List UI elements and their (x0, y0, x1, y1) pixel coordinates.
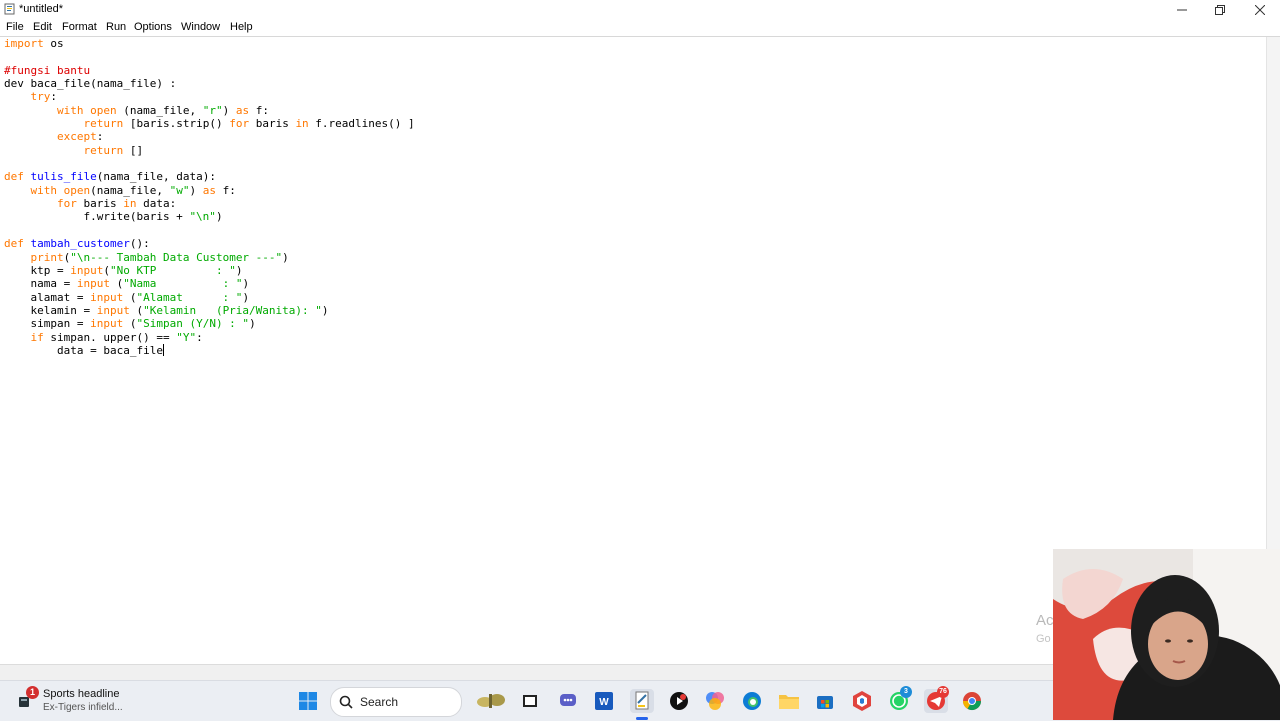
word-icon: W (595, 692, 613, 710)
menu-options[interactable]: Options (134, 21, 172, 33)
edge-icon (743, 692, 761, 710)
office-icon (853, 691, 871, 711)
code-line[interactable]: #fungsi bantu (4, 64, 90, 77)
minimize-icon (1177, 9, 1187, 10)
folder-icon (779, 695, 799, 709)
idle-taskbar-button[interactable] (630, 689, 654, 713)
code-line[interactable]: nama = input ("Nama : ") (4, 277, 249, 290)
title-bar: *untitled* (0, 0, 1280, 19)
activation-watermark: Ac (1036, 612, 1054, 629)
telegram-badge: 76 (937, 686, 949, 698)
restore-icon (1215, 4, 1225, 15)
search-label: Search (360, 695, 399, 709)
copilot-button[interactable] (703, 689, 727, 713)
close-icon (1255, 4, 1265, 15)
code-line[interactable]: with open (nama_file, "r") as f: (4, 104, 269, 117)
store-icon (817, 696, 833, 709)
menu-run[interactable]: Run (106, 21, 126, 33)
code-line[interactable]: print("\n--- Tambah Data Customer ---") (4, 251, 289, 264)
code-text[interactable]: import os #fungsi bantu dev baca_file(na… (4, 37, 415, 357)
media-app-button[interactable] (667, 689, 691, 713)
code-line[interactable]: try: (4, 90, 58, 103)
code-line[interactable]: if simpan. upper() == "Y": (4, 331, 203, 344)
chrome-icon (963, 692, 981, 711)
code-line[interactable]: def tambah_customer(): (4, 237, 150, 250)
whatsapp-badge: 3 (900, 686, 912, 698)
search-icon (339, 695, 353, 709)
edge-button[interactable] (740, 689, 764, 713)
office-app-button[interactable] (850, 689, 874, 713)
text-cursor (162, 343, 164, 356)
windows-icon (299, 692, 317, 710)
store-button[interactable] (813, 689, 837, 713)
news-headline[interactable]: Sports headline (43, 688, 119, 700)
code-line[interactable]: dev baca_file(nama_file) : (4, 77, 176, 90)
news-subheadline[interactable]: Ex-Tigers infield... (43, 702, 123, 713)
window-title: *untitled* (19, 3, 64, 15)
chat-app-button[interactable] (556, 689, 580, 713)
webcam-video-feed (1053, 549, 1280, 720)
menu-bar: File Edit Format Run Options Window Help (0, 19, 1280, 37)
code-line[interactable]: simpan = input ("Simpan (Y/N) : ") (4, 317, 255, 330)
copilot-icon (706, 692, 724, 710)
chat-icon (560, 694, 576, 706)
activation-watermark-sub: Go (1036, 633, 1051, 645)
menu-file[interactable]: File (6, 21, 24, 33)
search-highlight-icon (477, 694, 505, 708)
news-badge: 1 (26, 686, 39, 699)
search-highlight-button[interactable] (474, 689, 508, 713)
menu-window[interactable]: Window (181, 21, 220, 33)
minimize-button[interactable] (1162, 0, 1202, 19)
code-line[interactable]: with open(nama_file, "w") as f: (4, 184, 236, 197)
code-line[interactable]: ktp = input("No KTP : ") (4, 264, 242, 277)
menu-edit[interactable]: Edit (33, 21, 52, 33)
code-line[interactable]: return [baris.strip() for baris in f.rea… (4, 117, 414, 130)
code-line[interactable]: import os (4, 37, 64, 50)
close-button[interactable] (1240, 0, 1280, 19)
python-idle-icon (4, 3, 15, 15)
restore-button[interactable] (1200, 0, 1240, 19)
code-line[interactable]: def tulis_file(nama_file, data): (4, 170, 216, 183)
code-line[interactable]: return [] (4, 144, 143, 157)
idle-editor-icon (635, 691, 649, 710)
chrome-button[interactable] (960, 689, 984, 713)
task-view-icon (523, 695, 537, 707)
svg-text:W: W (599, 697, 609, 708)
webcam-overlay (1053, 549, 1280, 720)
menu-format[interactable]: Format (62, 21, 97, 33)
task-view-button[interactable] (518, 689, 542, 713)
code-line[interactable]: except: (4, 130, 103, 143)
code-line[interactable]: alamat = input ("Alamat : ") (4, 291, 249, 304)
media-app-icon (670, 692, 688, 710)
code-line[interactable]: kelamin = input ("Kelamin (Pria/Wanita):… (4, 304, 328, 317)
menu-help[interactable]: Help (230, 21, 253, 33)
code-line[interactable]: data = baca_file (4, 343, 164, 357)
file-explorer-button[interactable] (777, 689, 801, 713)
search-box[interactable]: Search (330, 687, 462, 717)
code-line[interactable]: for baris in data: (4, 197, 176, 210)
start-button[interactable] (296, 689, 320, 713)
code-line[interactable]: f.write(baris + "\n") (4, 210, 222, 223)
word-button[interactable]: W (592, 689, 616, 713)
